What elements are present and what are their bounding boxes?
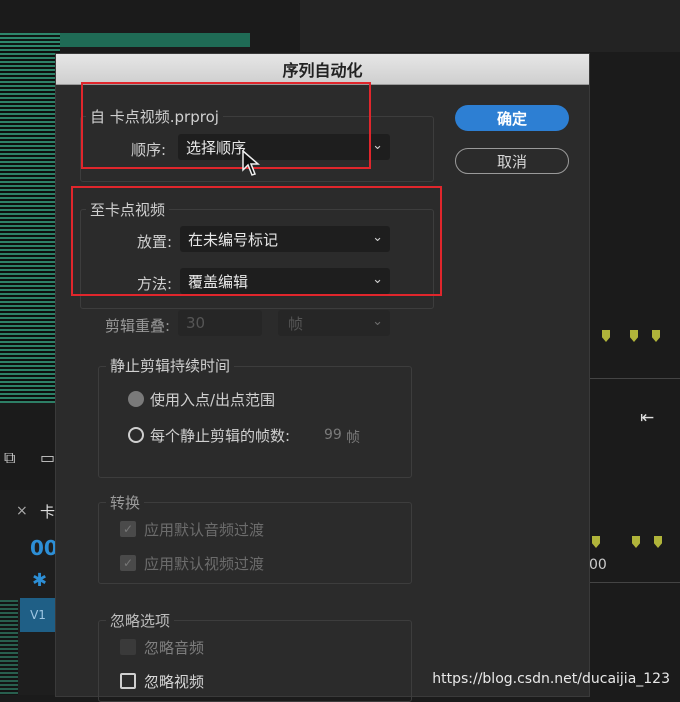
frames-radio-label: 每个静止剪辑的帧数: xyxy=(150,427,291,445)
clip-overlap-unit: 帧 xyxy=(288,314,304,333)
frames-unit: 帧 xyxy=(346,430,360,446)
timeline-tab-name[interactable]: 卡 xyxy=(40,501,55,522)
clip-overlap-unit-dropdown[interactable]: 帧 ⌄ xyxy=(278,310,390,336)
inout-radio-label: 使用入点/出点范围 xyxy=(150,391,276,409)
step-back-icon[interactable]: ⇤ xyxy=(640,408,654,428)
chevron-down-icon: ⌄ xyxy=(372,138,383,153)
audio-transition-label: 应用默认音频过渡 xyxy=(144,521,265,539)
marker[interactable] xyxy=(592,536,600,548)
clip-overlap-input[interactable]: 30 xyxy=(178,310,262,336)
marker[interactable] xyxy=(630,330,638,342)
watermark: https://blog.csdn.net/ducaijia_123 xyxy=(432,671,670,687)
dialog-title: 序列自动化 xyxy=(56,54,589,85)
ruler-value: 00 xyxy=(589,557,607,573)
top-right-panel xyxy=(300,0,680,52)
frames-radio[interactable] xyxy=(128,427,144,443)
mouse-cursor-icon xyxy=(242,150,260,176)
audio-transition-checkbox[interactable]: ✓ xyxy=(120,521,136,537)
chevron-down-icon: ⌄ xyxy=(372,314,383,329)
cancel-button[interactable]: 取消 xyxy=(455,148,569,174)
ruler-line xyxy=(588,378,680,379)
snap-icon[interactable]: ✱ xyxy=(32,570,47,591)
track-tool-icon[interactable]: ⧉ xyxy=(4,448,15,468)
track-tool-icon-2[interactable]: ▭ xyxy=(40,448,55,467)
video-transition-checkbox[interactable]: ✓ xyxy=(120,555,136,571)
video-transition-label: 应用默认视频过渡 xyxy=(144,555,265,573)
clip-overlap-value: 30 xyxy=(186,314,206,332)
annotation-box-from xyxy=(81,82,371,169)
annotation-box-to xyxy=(71,186,442,296)
ignore-video-checkbox[interactable] xyxy=(120,673,136,689)
clip-overlap-label: 剪辑重叠: xyxy=(104,317,170,335)
timecode-display[interactable]: 00 xyxy=(30,536,58,560)
ignore-video-label: 忽略视频 xyxy=(144,673,205,691)
marker[interactable] xyxy=(654,536,662,548)
track-v1[interactable]: V1 xyxy=(20,598,56,632)
close-icon[interactable]: × xyxy=(16,503,28,519)
ignore-legend: 忽略选项 xyxy=(106,610,175,631)
still-duration-legend: 静止剪辑持续时间 xyxy=(106,355,235,376)
audio-waveform xyxy=(0,33,60,403)
ignore-audio-label: 忽略音频 xyxy=(144,639,205,657)
ruler-line-2 xyxy=(588,582,680,583)
transitions-legend: 转换 xyxy=(106,492,145,513)
marker[interactable] xyxy=(632,536,640,548)
marker[interactable] xyxy=(602,330,610,342)
marker[interactable] xyxy=(652,330,660,342)
frames-value[interactable]: 99 xyxy=(324,427,342,443)
ok-button[interactable]: 确定 xyxy=(455,105,569,131)
timeline-clip-strip xyxy=(0,600,18,695)
ignore-audio-checkbox[interactable] xyxy=(120,639,136,655)
still-duration-group xyxy=(98,366,412,478)
inout-radio[interactable] xyxy=(128,391,144,407)
